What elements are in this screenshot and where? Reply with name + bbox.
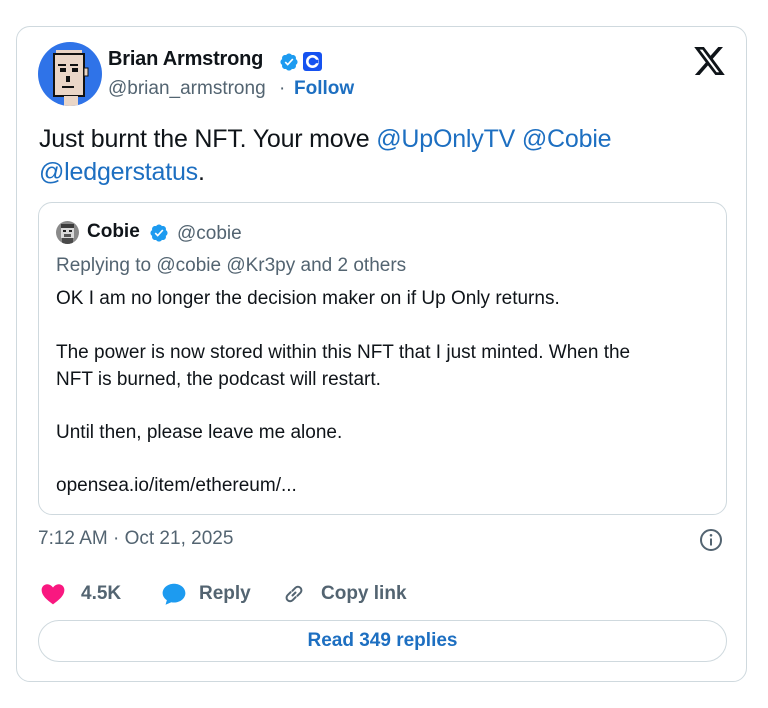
- mention-cobie[interactable]: @Cobie: [522, 125, 612, 153]
- tweet-embed-card: Brian Armstrong @brian_armstrong · Follo…: [16, 26, 747, 682]
- quoted-text-line: The power is now stored within this NFT …: [56, 342, 631, 363]
- reply-button[interactable]: Reply: [161, 580, 261, 608]
- verified-badge-icon: [150, 224, 168, 242]
- heart-icon: [41, 584, 65, 605]
- read-replies-button[interactable]: Read 349 replies: [38, 620, 727, 662]
- link-icon: [285, 585, 303, 603]
- tweet-text-prefix: Just burnt the NFT. Your move: [39, 125, 377, 153]
- quoted-text-line: Until then, please leave me alone.: [56, 422, 343, 443]
- mention-ledgerstatus[interactable]: @ledgerstatus: [39, 158, 198, 186]
- author-handle[interactable]: @brian_armstrong: [108, 78, 266, 100]
- copy-link-button[interactable]: Copy link: [282, 580, 412, 608]
- replying-to-line: Replying to @cobie @Kr3py and 2 others: [56, 255, 407, 276]
- quoted-author-handle: @cobie: [177, 223, 242, 244]
- quoted-tweet[interactable]: Cobie @cobie Replying to @cobie @Kr3py a…: [38, 202, 727, 515]
- speech-bubble-icon: [162, 583, 186, 605]
- tweet-timestamp[interactable]: 7:12 AM · Oct 21, 2025: [38, 528, 233, 550]
- separator-dot: ·: [279, 78, 286, 99]
- tweet-text-suffix: .: [197, 158, 205, 186]
- follow-button[interactable]: Follow: [294, 78, 354, 100]
- verified-badge-icon: [280, 53, 298, 71]
- coinbase-logo-icon: [303, 52, 322, 71]
- like-count: 4.5K: [81, 583, 122, 604]
- tweet-text: Just burnt the NFT. Your move @UpOnlyTV …: [39, 123, 719, 189]
- reply-label: Reply: [199, 583, 251, 604]
- copy-link-label: Copy link: [321, 583, 407, 604]
- x-logo-icon[interactable]: [694, 47, 725, 75]
- info-icon[interactable]: [699, 528, 723, 552]
- author-name[interactable]: Brian Armstrong: [108, 48, 263, 71]
- quoted-link[interactable]: opensea.io/item/ethereum/...: [56, 475, 297, 497]
- quoted-text-line: NFT is burned, the podcast will restart.: [56, 369, 381, 390]
- author-avatar[interactable]: [38, 42, 102, 106]
- quoted-avatar[interactable]: [56, 221, 79, 244]
- like-button[interactable]: 4.5K: [40, 580, 136, 608]
- quoted-author-name: Cobie: [87, 221, 140, 242]
- mention-uponlytv[interactable]: @UpOnlyTV: [376, 125, 515, 153]
- quoted-text-line: OK I am no longer the decision maker on …: [56, 288, 560, 309]
